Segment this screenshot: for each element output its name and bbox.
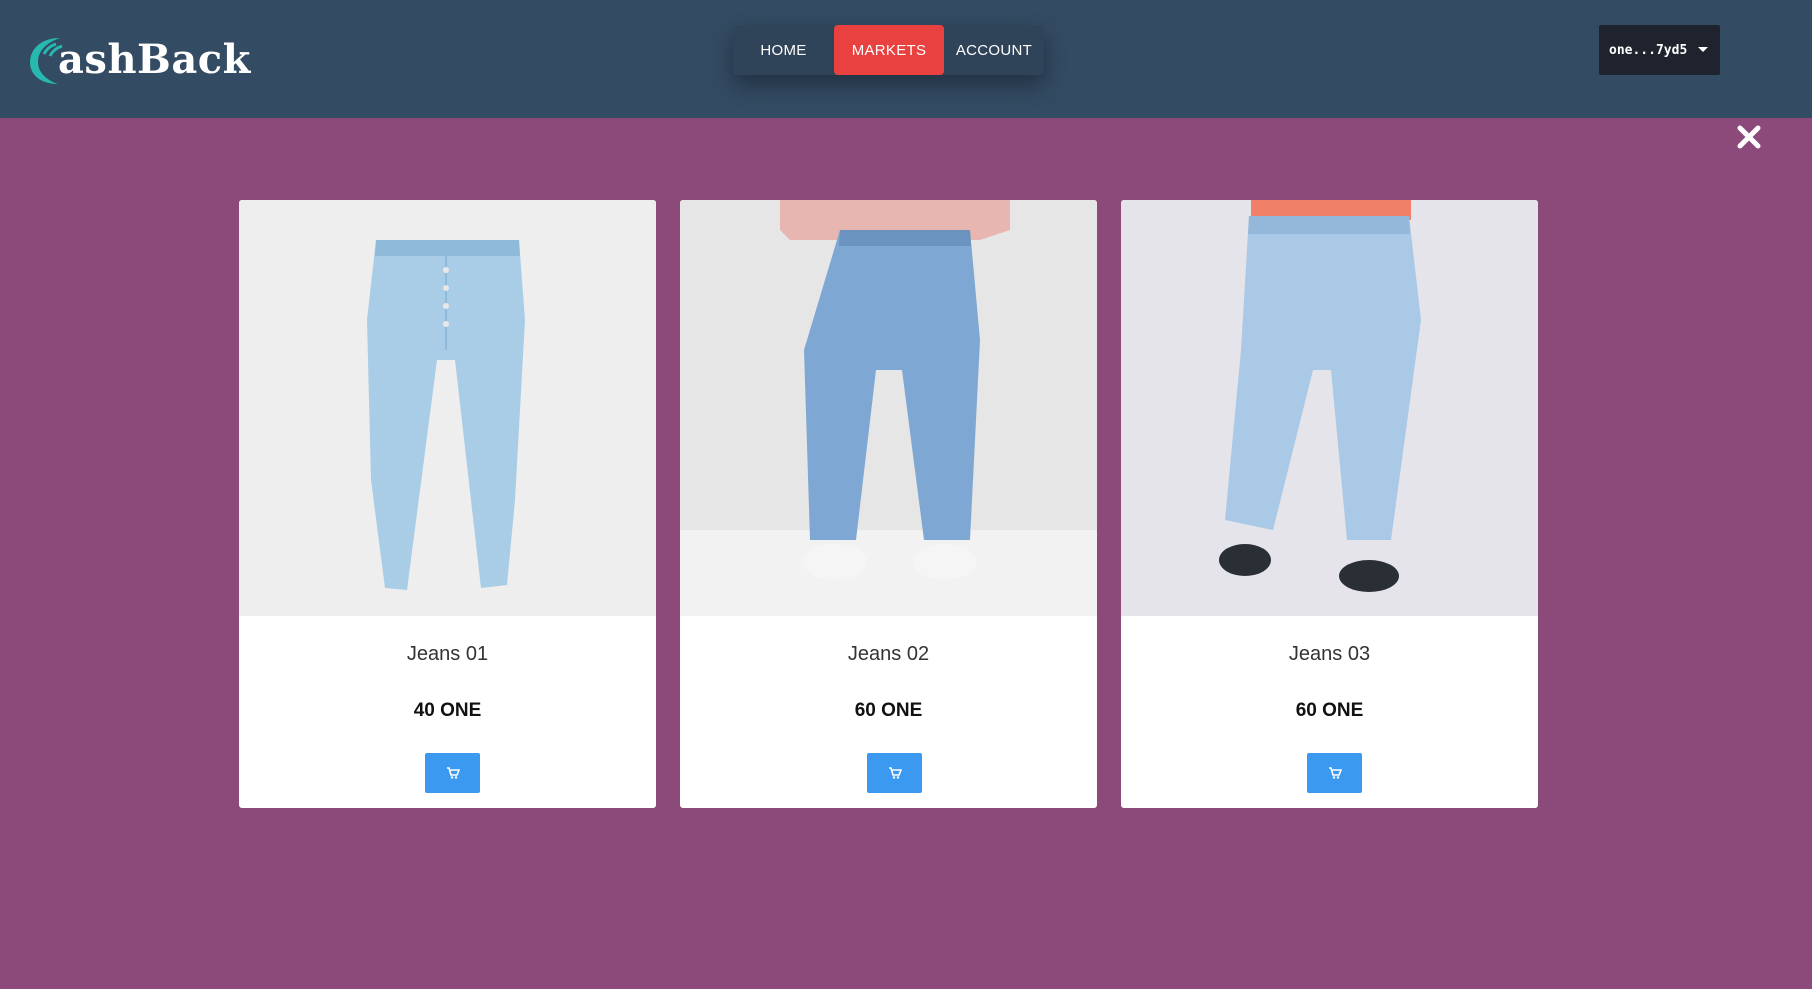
close-icon[interactable] — [1736, 124, 1762, 150]
product-card: Jeans 02 60 ONE — [680, 200, 1097, 808]
cart-icon — [1328, 767, 1342, 779]
nav-markets[interactable]: MARKETS — [834, 25, 944, 75]
add-to-cart-button[interactable] — [425, 753, 480, 793]
add-to-cart-button[interactable] — [867, 753, 922, 793]
caret-down-icon — [1698, 47, 1708, 52]
nav-account[interactable]: ACCOUNT — [944, 25, 1044, 75]
cart-icon — [888, 767, 902, 779]
product-price: 60 ONE — [854, 700, 923, 721]
product-card: Jeans 01 40 ONE — [239, 200, 656, 808]
wallet-dropdown[interactable]: one...7yd5 — [1599, 25, 1720, 75]
top-header: ashBack HOME MARKETS ACCOUNT one...7yd5 — [0, 0, 1812, 118]
main-nav: HOME MARKETS ACCOUNT — [733, 25, 1044, 75]
product-price: 40 ONE — [413, 700, 482, 721]
nav-home[interactable]: HOME — [733, 25, 834, 75]
logo-text: ashBack — [58, 36, 251, 83]
wallet-address: one...7yd5 — [1609, 42, 1688, 58]
product-name: Jeans 03 — [1288, 643, 1371, 665]
product-image — [1121, 200, 1538, 616]
cart-icon — [446, 767, 460, 779]
product-card: Jeans 03 60 ONE — [1121, 200, 1538, 808]
product-image — [680, 200, 1097, 616]
product-price: 60 ONE — [1295, 700, 1364, 721]
product-name: Jeans 02 — [847, 643, 930, 665]
add-to-cart-button[interactable] — [1307, 753, 1362, 793]
product-image — [239, 200, 656, 616]
logo[interactable]: ashBack — [26, 30, 250, 90]
product-name: Jeans 01 — [406, 643, 489, 665]
